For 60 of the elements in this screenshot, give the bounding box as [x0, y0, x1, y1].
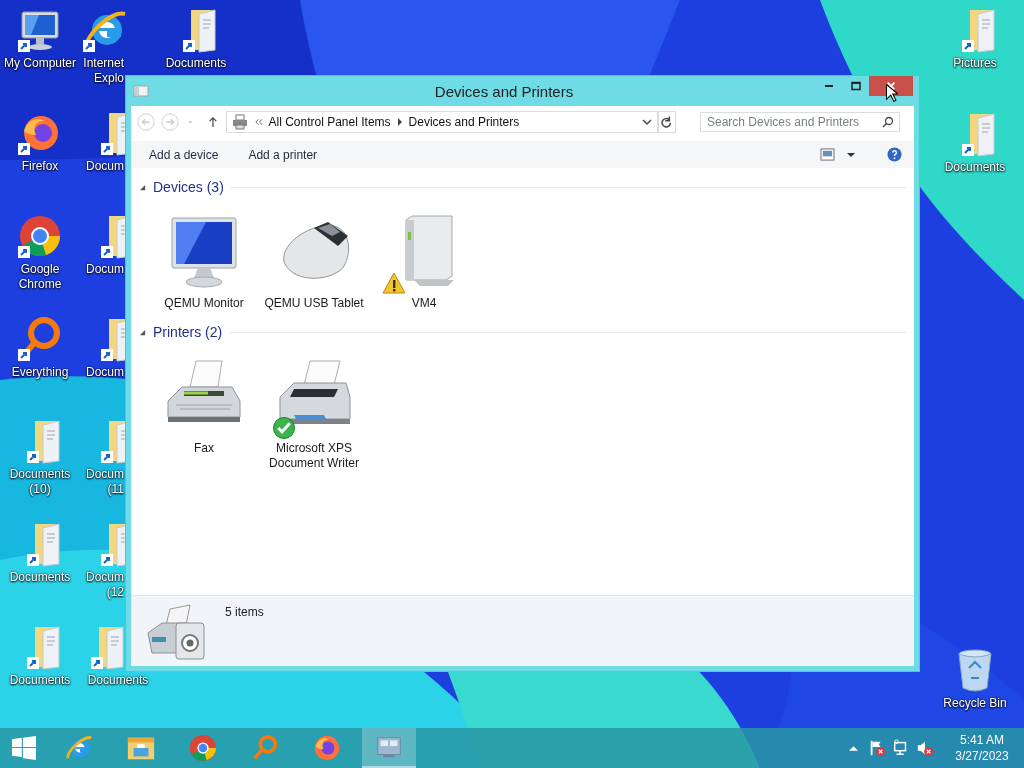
firefox-logo-icon	[312, 733, 342, 763]
double-chevron-icon	[253, 118, 263, 126]
refresh-icon	[661, 116, 673, 128]
icon-label[interactable]: Firefox	[21, 158, 59, 174]
window-title: Devices and Printers	[433, 82, 575, 100]
device-label[interactable]: QEMU Monitor	[154, 296, 254, 311]
clock-time: 5:41 AM	[960, 732, 1004, 748]
icon-label[interactable]: Recycle Bin	[943, 696, 1007, 711]
command-button[interactable]: Add a device	[141, 144, 227, 165]
flag-icon[interactable]	[868, 739, 886, 757]
device-label[interactable]: Fax	[154, 441, 254, 456]
refresh-button[interactable]	[657, 111, 676, 133]
close-button[interactable]	[869, 76, 913, 96]
folder-shortcut-icon	[961, 6, 995, 54]
folder-shortcut-icon	[26, 417, 60, 466]
help-icon[interactable]	[887, 147, 902, 162]
search-icon	[882, 116, 894, 128]
icon-label[interactable]: Docum	[82, 364, 124, 380]
command-button[interactable]: Add a printer	[240, 144, 326, 165]
device-label[interactable]: QEMU USB Tablet	[264, 296, 364, 311]
icon-label[interactable]: Everything	[11, 364, 69, 380]
icon-label[interactable]: Google Chrome	[2, 261, 78, 292]
clock[interactable]: 5:41 AM 3/27/2023	[950, 732, 1014, 764]
breadcrumb-item[interactable]: Devices and Printers	[408, 115, 520, 129]
folder-shortcut-icon	[26, 520, 60, 569]
window-icon	[133, 83, 149, 99]
printer-camera-icon	[147, 604, 205, 660]
search-field[interactable]: Search Devices and Printers	[700, 112, 900, 132]
speaker-icon[interactable]	[916, 739, 934, 757]
folder-shortcut-icon	[182, 6, 216, 54]
show-hidden-icons-icon[interactable]	[849, 745, 858, 751]
collapse-arrow-icon[interactable]	[139, 328, 146, 336]
icon-label[interactable]: Docum	[82, 261, 124, 277]
folder-shortcut-icon	[26, 623, 60, 672]
up-arrow-icon[interactable]	[207, 115, 218, 129]
item-count: 5 items	[225, 605, 264, 619]
windows-logo-icon	[12, 736, 36, 760]
address-bar[interactable]: All Control Panel Items Devices and Printers	[225, 111, 658, 133]
breadcrumb-item[interactable]: All Control Panel Items	[268, 115, 391, 129]
chrome-logo-icon	[188, 733, 218, 763]
close-icon	[887, 82, 895, 90]
icon-label[interactable]: Docum	[82, 158, 124, 174]
icon-label[interactable]: Documents	[165, 56, 227, 71]
pointer-cursor-icon	[886, 84, 898, 102]
folder-shortcut-icon	[961, 110, 995, 158]
collapse-arrow-icon[interactable]	[139, 183, 146, 191]
chevron-right-icon	[396, 118, 403, 126]
printer-icon	[231, 114, 248, 130]
clock-date: 3/27/2023	[955, 748, 1009, 764]
caret-icon[interactable]	[847, 151, 855, 158]
group-header[interactable]: Devices (3)	[153, 179, 224, 195]
icon-label[interactable]: My Computer	[4, 56, 76, 71]
view-icon[interactable]	[820, 148, 835, 161]
maximize-icon	[850, 81, 861, 91]
taskbar-button[interactable]	[362, 728, 416, 768]
icon-label[interactable]: Internet Explo	[82, 56, 124, 86]
device-label[interactable]: VM4	[374, 296, 474, 311]
group-header[interactable]: Printers (2)	[153, 324, 223, 340]
device-label[interactable]: Microsoft XPS Document Writer	[264, 441, 364, 471]
minimize-icon	[824, 85, 833, 87]
